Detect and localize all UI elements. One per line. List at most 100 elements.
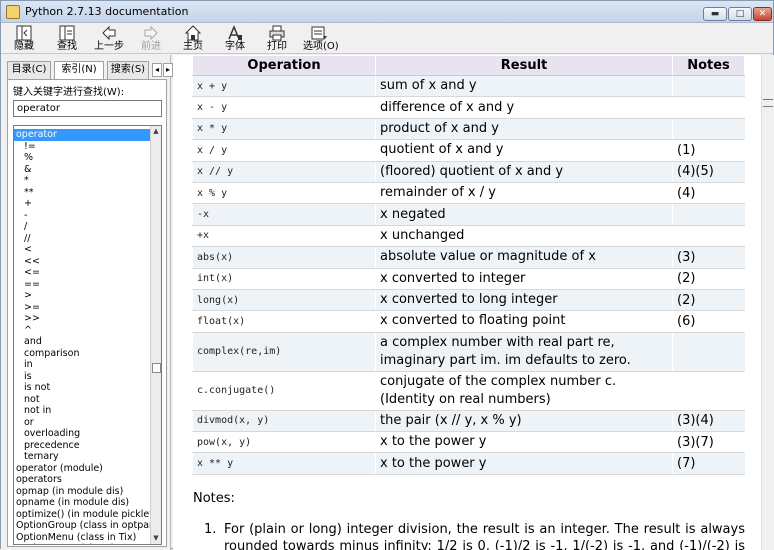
help-window: Python 2.7.13 documentation ▬ □ ✕ 隐藏 查找 … <box>0 0 774 550</box>
keyword-list-item[interactable]: + <box>14 198 151 210</box>
keyword-list-item[interactable]: or <box>14 417 151 429</box>
table-cell-notes: (4)(5) <box>672 161 745 183</box>
table-row: x - y difference of x and y <box>192 96 745 119</box>
scroll-thumb[interactable] <box>152 363 161 373</box>
table-row: c.conjugate() conjugate of the complex nu… <box>192 371 745 411</box>
maximize-button[interactable]: □ <box>728 7 752 21</box>
keyword-input[interactable]: operator <box>13 100 162 117</box>
table-cell-notes: (7) <box>672 452 745 475</box>
table-body: x + y sum of x and yx - y difference of x … <box>192 75 745 475</box>
keyword-list-item[interactable]: / <box>14 221 151 233</box>
home-label: 主页 <box>183 41 203 52</box>
keyword-list-item[interactable]: and <box>14 336 151 348</box>
keyword-list-item[interactable]: << <box>14 256 151 268</box>
table-cell-notes <box>672 371 745 411</box>
keyword-list-item[interactable]: >= <box>14 302 151 314</box>
table-cell-operation: complex(re,im) <box>192 332 376 372</box>
keyword-list-item[interactable]: ^ <box>14 325 151 337</box>
window-title: Python 2.7.13 documentation <box>25 5 189 18</box>
title-bar: Python 2.7.13 documentation ▬ □ ✕ <box>1 1 773 23</box>
keyword-list-item[interactable]: ternary <box>14 451 151 463</box>
keyword-list-item[interactable]: - <box>14 210 151 222</box>
tab-contents[interactable]: 目录(C) <box>7 61 51 79</box>
tab-search[interactable]: 搜索(S) <box>107 61 149 79</box>
keyword-list-item[interactable]: == <box>14 279 151 291</box>
close-button[interactable]: ✕ <box>753 7 772 21</box>
keyword-list-item[interactable]: in <box>14 359 151 371</box>
tab-scroll-left-icon[interactable]: ◂ <box>152 63 162 77</box>
keyword-list-item[interactable]: opname (in module dis) <box>14 497 151 509</box>
keyword-list-item[interactable]: operator <box>14 129 151 141</box>
keyword-list-item[interactable]: & <box>14 164 151 176</box>
keyword-list-item[interactable]: operator (module) <box>14 463 151 475</box>
minimize-button[interactable]: ▬ <box>703 7 727 21</box>
table-cell-notes <box>672 203 745 226</box>
table-row: x + y sum of x and y <box>192 75 745 98</box>
keyword-list-item[interactable]: overloading <box>14 428 151 440</box>
keyword-list-scrollbar[interactable]: ▲ ▼ <box>150 126 161 544</box>
keyword-list-item[interactable]: precedence <box>14 440 151 452</box>
keyword-list-item[interactable]: not <box>14 394 151 406</box>
forward-button[interactable]: 前进 <box>135 24 167 54</box>
notes-heading: Notes: <box>193 491 235 506</box>
table-cell-result: x converted to long integer <box>375 289 673 312</box>
table-cell-notes <box>672 225 745 248</box>
keyword-list-item[interactable]: ** <box>14 187 151 199</box>
tab-scroll-right-icon[interactable]: ▸ <box>163 63 173 77</box>
home-button[interactable]: 主页 <box>177 24 209 54</box>
keyword-list-item[interactable]: OptionParser (class in optparse) <box>14 543 151 544</box>
table-cell-operation: divmod(x, y) <box>192 410 376 433</box>
table-cell-operation: x // y <box>192 161 376 183</box>
keyword-list-item[interactable]: not in <box>14 405 151 417</box>
keyword-list-item[interactable]: <= <box>14 267 151 279</box>
table-cell-notes <box>672 96 745 119</box>
toolbar: 隐藏 查找 上一步 前进 主页 字体 打印 选项(O) <box>1 23 773 54</box>
keyword-list-item[interactable]: // <box>14 233 151 245</box>
print-button[interactable]: 打印 <box>261 24 293 54</box>
table-cell-result: x to the power y <box>375 431 673 454</box>
keyword-list-item[interactable]: < <box>14 244 151 256</box>
table-cell-notes <box>672 332 745 372</box>
keyword-list-item[interactable]: * <box>14 175 151 187</box>
scroll-down-icon[interactable]: ▼ <box>151 533 161 544</box>
table-cell-operation: -x <box>192 203 376 226</box>
nav-tabs: 目录(C) 索引(N) 搜索(S) ◂ ▸ <box>7 61 173 80</box>
keyword-list-item[interactable]: OptionGroup (class in optparse) <box>14 520 151 532</box>
tab-index[interactable]: 索引(N) <box>54 61 104 80</box>
home-icon <box>185 25 201 41</box>
table-row: long(x) x converted to long integer (2) <box>192 289 745 312</box>
table-cell-result: sum of x and y <box>375 75 673 98</box>
column-header-operation: Operation <box>192 55 376 76</box>
keyword-list-item[interactable]: OptionMenu (class in Tix) <box>14 532 151 544</box>
table-cell-notes: (1) <box>672 139 745 162</box>
keyword-list-item[interactable]: optimize() (in module pickletools) <box>14 509 151 521</box>
keyword-list[interactable]: operator !=% & * ** + - ///< << <= == > >= >> ^ and comp… <box>13 125 162 545</box>
table-cell-result: x converted to floating point <box>375 310 673 333</box>
hide-button[interactable]: 隐藏 <box>8 24 40 54</box>
column-header-notes: Notes <box>672 55 745 76</box>
back-button[interactable]: 上一步 <box>93 24 125 54</box>
keyword-list-item[interactable]: > <box>14 290 151 302</box>
table-row: float(x) x converted to floating point (6) <box>192 310 745 333</box>
keyword-list-item[interactable]: opmap (in module dis) <box>14 486 151 498</box>
locate-button[interactable]: 查找 <box>51 24 83 54</box>
content-scroll-thumb[interactable] <box>763 99 773 107</box>
table-cell-result: difference of x and y <box>375 96 673 119</box>
table-row: divmod(x, y) the pair (x // y, x % y) (3)(… <box>192 410 745 433</box>
options-button[interactable]: 选项(O) <box>303 24 339 54</box>
font-button[interactable]: 字体 <box>219 24 251 54</box>
print-label: 打印 <box>267 41 287 52</box>
keyword-list-item[interactable]: % <box>14 152 151 164</box>
scroll-up-icon[interactable]: ▲ <box>151 126 161 137</box>
font-label: 字体 <box>225 41 245 52</box>
content-scrollbar[interactable] <box>761 55 774 550</box>
keyword-list-item[interactable]: operators <box>14 474 151 486</box>
table-cell-operation: int(x) <box>192 268 376 290</box>
keyword-list-item[interactable]: >> <box>14 313 151 325</box>
keyword-list-item[interactable]: is not <box>14 382 151 394</box>
table-cell-operation: x - y <box>192 96 376 119</box>
keyword-list-item[interactable]: comparison <box>14 348 151 360</box>
table-row: x * y product of x and y <box>192 118 745 141</box>
keyword-list-item[interactable]: is <box>14 371 151 383</box>
keyword-list-item[interactable]: != <box>14 141 151 153</box>
